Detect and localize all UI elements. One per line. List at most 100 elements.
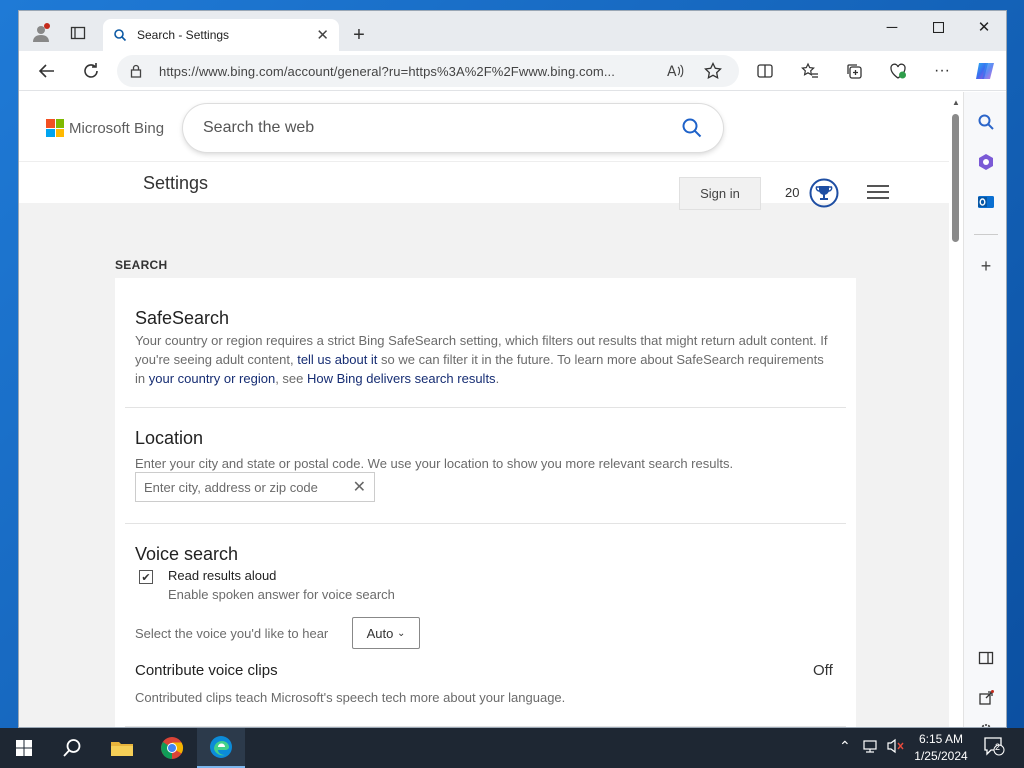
notification-count: 2 [995,742,1001,752]
clock-date: 1/25/2024 [914,749,968,763]
scroll-up-icon[interactable]: ▲ [952,98,960,107]
close-tab-icon[interactable]: ✕ [316,26,329,44]
file-explorer-button[interactable] [98,728,146,768]
search-icon [114,29,127,42]
browser-toolbar: https://www.bing.com/account/general?ru=… [19,51,1006,91]
tell-us-link[interactable]: tell us about it [297,352,377,367]
page-content: Microsoft Bing Search the web Settings S… [19,92,949,727]
section-label: SEARCH [115,258,168,272]
hamburger-menu-icon[interactable] [867,184,889,200]
location-title: Location [135,428,204,448]
svg-text:A: A [667,64,677,80]
country-region-link[interactable]: your country or region [149,371,275,386]
tab-bing-settings[interactable]: Search - Settings ✕ [103,19,339,51]
safesearch-description: Your country or region requires a strict… [135,331,835,388]
contribute-voice-title: Contribute voice clips [135,662,278,679]
read-aloud-label: Read results aloud [168,568,277,583]
edge-sidebar: + [963,92,1006,727]
location-description: Enter your city and state or postal code… [135,456,734,471]
rewards-count[interactable]: 20 [785,185,799,200]
scrollbar-thumb[interactable] [952,114,959,242]
back-button[interactable] [31,55,63,87]
safesearch-title: SafeSearch [135,308,230,328]
close-window-button[interactable]: ✕ [961,11,1006,43]
logo-text: Microsoft Bing [69,119,165,137]
external-link-icon[interactable] [974,686,998,710]
profile-icon[interactable] [25,17,57,49]
bing-header: Microsoft Bing Search the web Settings S… [19,92,949,210]
clock[interactable]: 6:15 AM 1/25/2024 [906,731,976,765]
browser-essentials-icon[interactable] [882,55,914,87]
safesearch-text-3: , see [275,371,307,386]
tab-title: Search - Settings [137,28,230,42]
sidebar-divider [974,234,998,235]
sidebar-search-icon[interactable] [974,110,998,134]
edge-icon [210,736,232,758]
rewards-trophy-icon[interactable] [809,178,839,208]
how-bing-delivers-link[interactable]: How Bing delivers search results [307,371,496,386]
chrome-icon [161,737,183,759]
section-divider [125,407,846,408]
lock-icon[interactable] [129,64,143,78]
settings-card: SafeSearch Your country or region requir… [115,278,856,727]
folder-icon [111,742,133,756]
safesearch-text-4: . [495,371,500,386]
bing-logo[interactable]: Microsoft Bing [46,119,164,137]
page-title: Settings [143,173,209,193]
section-divider [125,726,846,727]
read-aloud-icon[interactable]: A [659,55,691,87]
volume-muted-icon[interactable] [886,738,904,757]
favorite-star-icon[interactable] [697,55,729,87]
hide-sidebar-icon[interactable] [974,646,998,670]
header-divider [19,161,949,162]
address-bar[interactable]: https://www.bing.com/account/general?ru=… [117,55,739,87]
read-aloud-subtext: Enable spoken answer for voice search [168,587,395,602]
windows-logo-icon [16,740,32,756]
voice-select-label: Select the voice you'd like to hear [135,626,329,641]
outlook-icon[interactable] [974,190,998,214]
new-tab-button[interactable]: + [345,21,373,49]
microsoft-logo-icon [46,119,64,137]
notifications-icon[interactable]: 2 [983,736,1005,759]
location-placeholder: Enter city, address or zip code [144,479,318,495]
location-input[interactable]: Enter city, address or zip code ✕ [135,472,375,502]
contribute-voice-toggle[interactable]: Off [813,662,833,679]
url-text[interactable]: https://www.bing.com/account/general?ru=… [159,64,727,79]
edge-button[interactable] [197,728,245,768]
refresh-button[interactable] [75,55,107,87]
sidebar-settings-gear-icon[interactable] [974,718,998,727]
voice-select[interactable]: Auto ⌄ [352,617,420,649]
clock-time: 6:15 AM [918,732,964,746]
taskbar-search-button[interactable] [48,728,96,768]
voice-select-value: Auto [366,625,394,641]
copilot-icon[interactable] [969,55,1001,87]
maximize-button[interactable] [915,11,961,43]
browser-window: Search - Settings ✕ + ─ ✕ https://www.bi… [18,10,1007,728]
title-bar: Search - Settings ✕ + ─ ✕ [19,11,1006,51]
sidebar-add-icon[interactable]: + [974,254,998,278]
minimize-button[interactable]: ─ [869,11,915,43]
show-hidden-icons-icon[interactable]: ⌃ [839,738,851,755]
taskbar: ⌃ 6:15 AM 1/25/2024 2 [0,728,1024,768]
start-button[interactable] [0,728,48,768]
favorites-icon[interactable] [794,55,826,87]
page-scrollbar[interactable]: ▲ [949,92,963,727]
voice-search-title: Voice search [135,544,239,564]
section-divider [125,523,846,524]
clear-location-icon[interactable]: ✕ [353,477,366,497]
sign-in-button[interactable]: Sign in [679,177,761,210]
sidebar-apps-icon[interactable] [974,150,998,174]
search-input[interactable]: Search the web [183,104,723,152]
network-icon[interactable] [862,738,878,757]
tab-actions-icon[interactable] [62,17,94,49]
more-options-icon[interactable]: ··· [926,55,958,87]
split-screen-icon[interactable] [749,55,781,87]
contribute-voice-description: Contributed clips teach Microsoft's spee… [135,690,566,705]
chrome-button[interactable] [148,728,196,768]
search-icon [63,739,81,757]
search-placeholder: Search the web [203,119,315,136]
collections-icon[interactable] [838,55,870,87]
chevron-down-icon: ⌄ [396,627,406,639]
read-aloud-checkbox[interactable]: ✔ [139,570,153,584]
search-icon[interactable] [681,117,703,139]
